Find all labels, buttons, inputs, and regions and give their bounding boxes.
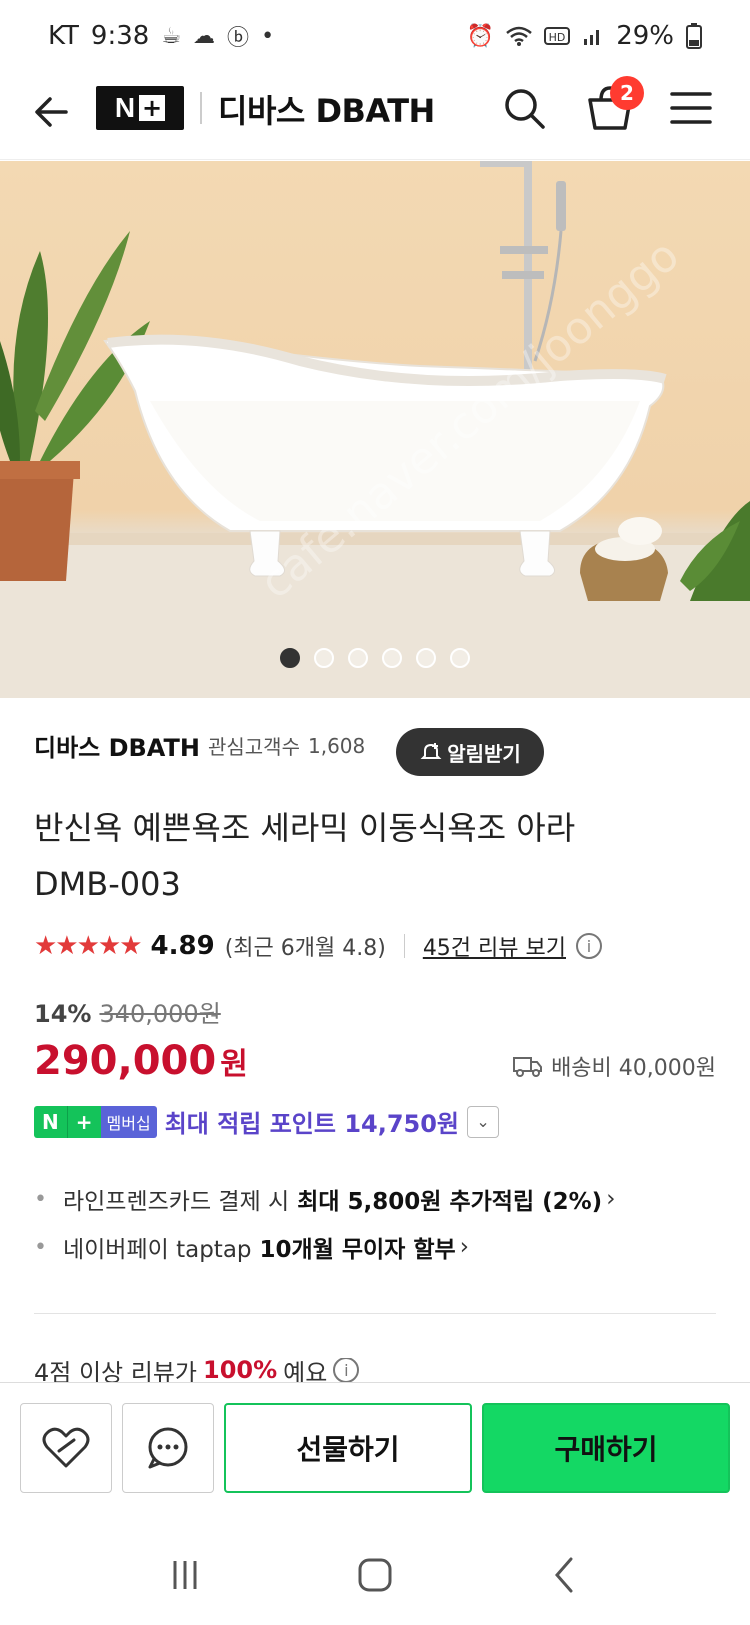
price-row: 290,000 원 <box>34 1038 248 1084</box>
product-title: 반신욕 예쁜욕조 세라믹 이동식욕조 아라 DMB-003 <box>34 800 714 912</box>
talk-button[interactable] <box>122 1403 214 1493</box>
carrier-label: KT <box>48 21 79 51</box>
carousel-dot-6[interactable] <box>450 648 470 668</box>
system-nav-bar <box>0 1525 750 1625</box>
recent-rating: (최근 6개월 4.8) <box>224 936 386 961</box>
top-header: N + 디바스 DBATH 2 <box>0 72 750 160</box>
benefit-highlight: 최대 5,800원 추가적립 (2%) <box>297 1189 603 1215</box>
seller-row: 디바스 DBATH 관심고객수 1,608 <box>34 728 365 763</box>
chat-bubble-icon <box>148 1427 188 1469</box>
carousel-dot-3[interactable] <box>348 648 368 668</box>
rating-row: ★★★★★ 4.89 (최근 6개월 4.8) 45건 리뷰 보기 i <box>34 930 602 962</box>
rating-score: 4.89 <box>150 931 215 961</box>
truck-icon <box>513 1057 543 1077</box>
review-hint-prefix: 4점 이상 리뷰가 <box>34 1358 198 1383</box>
seller-name[interactable]: 디바스 DBATH <box>34 728 200 763</box>
b-app-icon: ⓑ <box>227 26 250 51</box>
rating-separator <box>403 934 405 958</box>
shipping-fee: 배송비 40,000원 <box>551 1056 716 1081</box>
shipping-info: 배송비 40,000원 <box>513 1050 716 1082</box>
status-bar: KT 9:38 ☕ ☁ ⓑ • ⏰ HD 29% <box>0 0 750 72</box>
badge-n: N <box>34 1105 67 1138</box>
benefit-prefix: 네이버페이 taptap <box>62 1237 252 1263</box>
gift-button[interactable]: 선물하기 <box>224 1403 472 1493</box>
wifi-icon <box>506 26 533 46</box>
alarm-label: 알림받기 <box>447 741 521 766</box>
bullet-icon: • <box>34 1186 47 1212</box>
carousel-dot-5[interactable] <box>416 648 436 668</box>
recent-apps-icon[interactable] <box>155 1545 215 1605</box>
hd-icon: HD <box>544 27 571 45</box>
battery-percent: 29% <box>616 21 674 51</box>
badge-plus: + <box>66 1105 101 1138</box>
max-points-text: 최대 적립 포인트 14,750원 <box>164 1110 460 1138</box>
hamburger-menu-icon[interactable] <box>668 88 714 128</box>
cloud-icon: ☁ <box>193 23 216 49</box>
home-icon[interactable] <box>345 1545 405 1605</box>
carousel-dot-2[interactable] <box>314 648 334 668</box>
discount-rate: 14% <box>34 1000 92 1028</box>
chevron-right-icon: › <box>606 1186 616 1212</box>
bottom-action-bar: 선물하기 구매하기 <box>0 1382 750 1496</box>
heart-icon <box>42 1427 90 1468</box>
benefits-list: • 라인프렌즈카드 결제 시 최대 5,800원 추가적립 (2%) › • 네… <box>34 1175 714 1271</box>
svg-text:HD: HD <box>549 31 566 44</box>
carousel-dot-4[interactable] <box>382 648 402 668</box>
review-summary-hint: 4점 이상 리뷰가 100% 예요 i <box>34 1358 360 1383</box>
product-image-carousel[interactable]: cafe.naver.com/joonggo <box>0 161 750 698</box>
bell-plus-icon <box>420 743 442 759</box>
price-unit: 원 <box>220 1047 248 1082</box>
benefit-item-installment[interactable]: • 네이버페이 taptap 10개월 무이자 할부 › <box>34 1223 714 1271</box>
battery-icon <box>686 23 702 49</box>
product-title-line1: 반신욕 예쁜욕조 세라믹 이동식욕조 아라 <box>34 809 576 847</box>
review-hint-suffix: 예요 <box>283 1358 328 1383</box>
fans-label: 관심고객수 <box>207 735 300 759</box>
chevron-right-icon: › <box>459 1234 469 1260</box>
sale-price: 290,000 <box>34 1038 217 1084</box>
clock: 9:38 <box>90 21 150 51</box>
header-divider <box>200 92 202 124</box>
carousel-indicators[interactable] <box>0 648 750 668</box>
original-price: 340,000원 <box>99 1000 221 1028</box>
logo-n-text: N <box>114 92 136 123</box>
product-title-line2: DMB-003 <box>34 865 181 903</box>
naver-plus-membership-badge: N + 멤버십 <box>34 1105 157 1138</box>
review-hint-percent: 100% <box>203 1358 278 1382</box>
bullet-icon: • <box>34 1234 47 1260</box>
product-photo: cafe.naver.com/joonggo <box>0 161 750 698</box>
carousel-dot-1[interactable] <box>280 648 300 668</box>
star-rating-icon: ★★★★★ <box>34 931 143 961</box>
logo-plus-text: + <box>139 95 166 121</box>
notification-dot: • <box>261 23 275 49</box>
cart-count-badge: 2 <box>610 76 644 110</box>
search-icon[interactable] <box>500 84 548 132</box>
alarm-icon: ⏰ <box>466 23 495 49</box>
discount-row: 14% 340,000원 <box>34 994 221 1029</box>
buy-button[interactable]: 구매하기 <box>482 1403 730 1493</box>
signal-icon <box>584 30 600 45</box>
badge-membership: 멤버십 <box>100 1105 157 1138</box>
points-row[interactable]: N + 멤버십 최대 적립 포인트 14,750원 ⌄ <box>34 1104 500 1139</box>
reviews-link[interactable]: 45건 리뷰 보기 <box>423 930 566 962</box>
benefit-highlight: 10개월 무이자 할부 <box>259 1237 456 1263</box>
info-icon[interactable]: i <box>333 1358 360 1382</box>
back-icon[interactable] <box>535 1545 595 1605</box>
info-icon[interactable]: i <box>576 933 602 959</box>
benefit-item-card[interactable]: • 라인프렌즈카드 결제 시 최대 5,800원 추가적립 (2%) › <box>34 1175 714 1223</box>
store-title[interactable]: 디바스 DBATH <box>218 86 435 132</box>
coffee-icon: ☕ <box>161 23 182 49</box>
benefit-prefix: 라인프렌즈카드 결제 시 <box>62 1189 290 1215</box>
chevron-down-icon[interactable]: ⌄ <box>467 1105 500 1138</box>
naver-plus-logo[interactable]: N + <box>96 86 184 130</box>
back-arrow-icon[interactable] <box>30 90 74 134</box>
section-divider <box>34 1313 716 1314</box>
fans-count: 1,608 <box>307 733 366 758</box>
wishlist-button[interactable] <box>20 1403 112 1493</box>
alarm-subscribe-button[interactable]: 알림받기 <box>396 728 544 776</box>
